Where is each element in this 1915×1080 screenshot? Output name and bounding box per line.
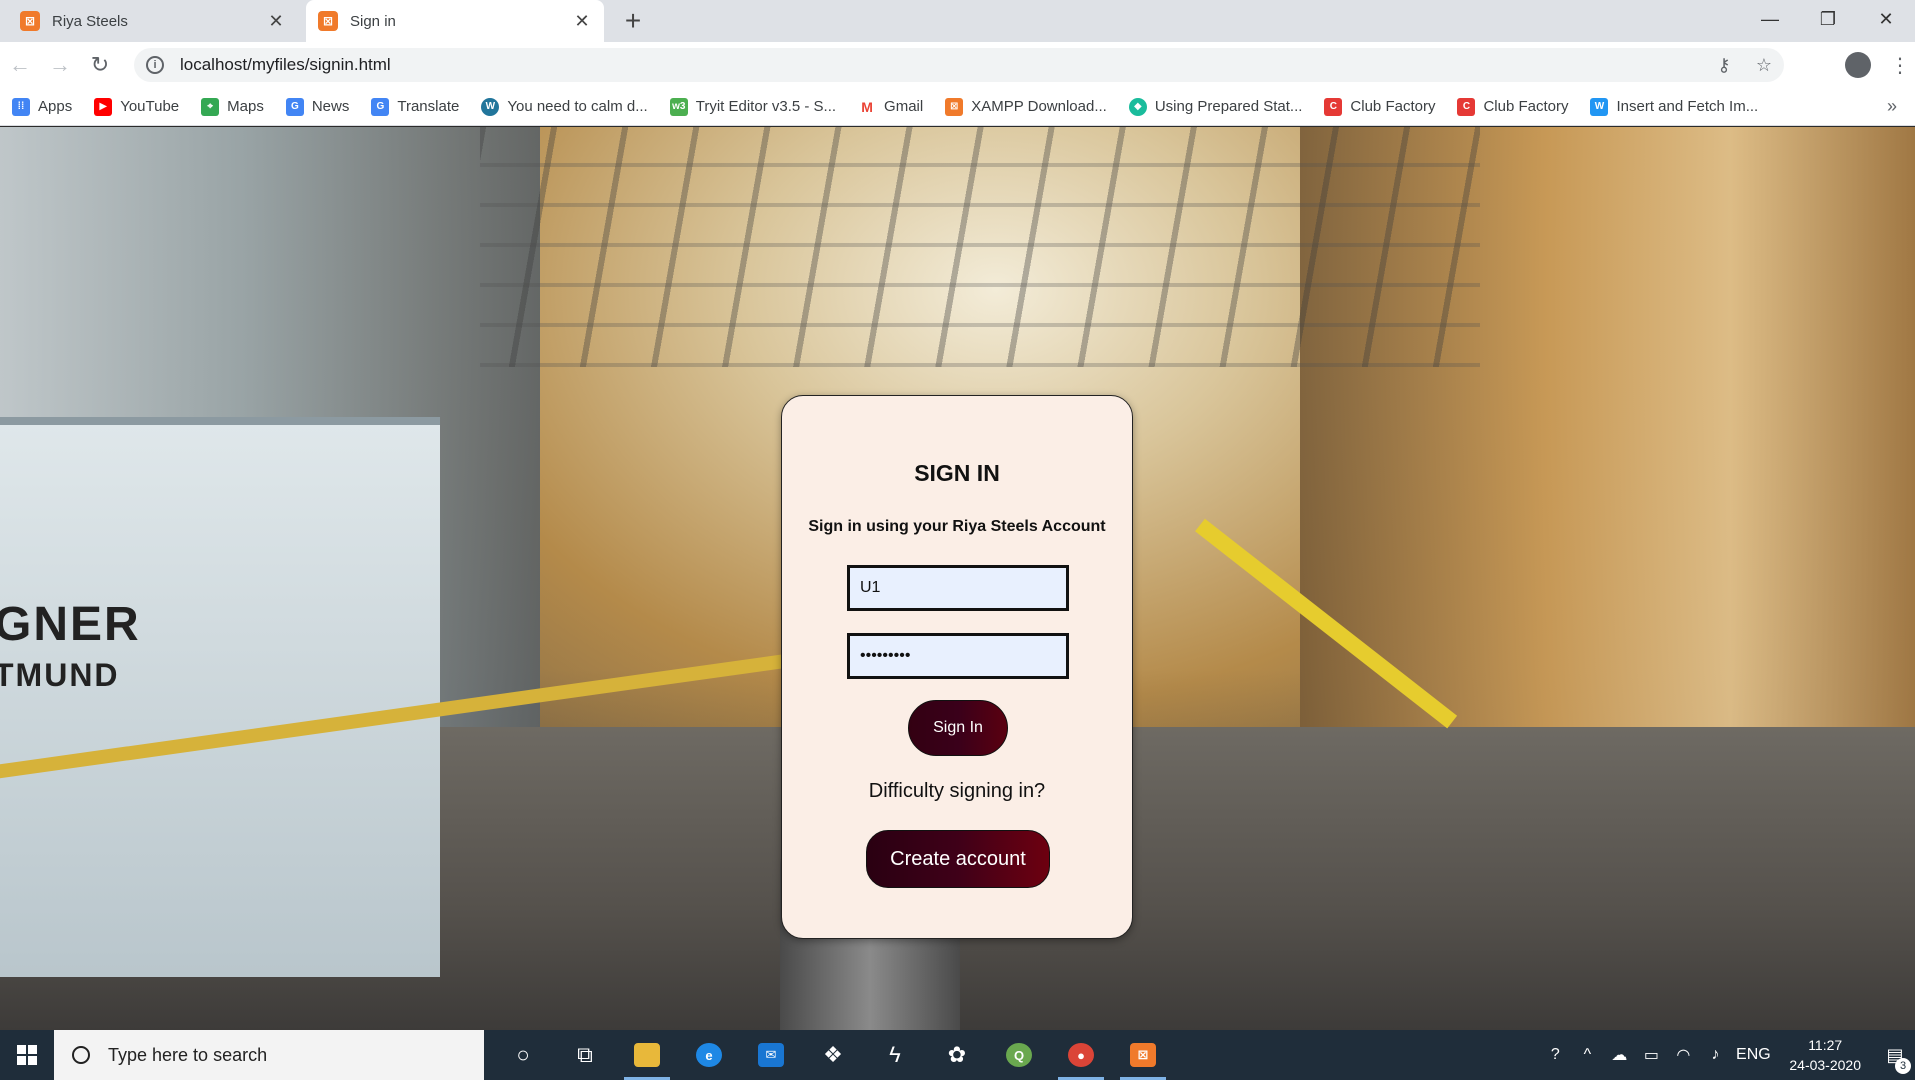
onedrive-icon[interactable]: ☁ — [1603, 1045, 1635, 1065]
clock-date: 24-03-2020 — [1789, 1057, 1861, 1073]
qgis-icon[interactable]: Q — [988, 1030, 1050, 1080]
bookmark-calm[interactable]: W You need to calm d... — [481, 97, 648, 116]
mail-icon[interactable]: ✉ — [740, 1030, 802, 1080]
start-button[interactable] — [0, 1030, 54, 1080]
info-icon[interactable]: i — [146, 56, 164, 74]
battery-icon[interactable]: ▭ — [1635, 1045, 1667, 1065]
hex-icon: ◆ — [1128, 97, 1147, 116]
background-machine — [0, 417, 440, 977]
toolbar-right: ⋮ — [1831, 42, 1915, 88]
xampp-icon: ⊠ — [20, 11, 40, 31]
paint-icon[interactable]: ✿ — [926, 1030, 988, 1080]
signin-card: SIGN IN Sign in using your Riya Steels A… — [781, 395, 1133, 939]
menu-icon[interactable]: ⋮ — [1885, 53, 1915, 78]
signin-button[interactable]: Sign In — [908, 700, 1008, 756]
windows-taskbar: Type here to search ○ ⧉ e ✉ ❖ ϟ ✿ Q ● ⊠ … — [0, 1030, 1915, 1080]
difficulty-link[interactable]: Difficulty signing in? — [782, 780, 1132, 803]
clubfactory-icon: C — [1457, 97, 1476, 116]
clock[interactable]: 11:27 24-03-2020 — [1789, 1035, 1861, 1075]
close-window-button[interactable]: ✕ — [1857, 0, 1915, 38]
translate-icon: G — [371, 97, 390, 116]
back-button[interactable]: ← — [0, 45, 40, 85]
bookmark-youtube[interactable]: ▶ YouTube — [94, 97, 179, 116]
tab-label: Riya Steels — [52, 12, 128, 30]
browser-toolbar: ← → ↻ i localhost/myfiles/signin.html ⚷ … — [0, 42, 1915, 88]
signin-title: SIGN IN — [914, 460, 1000, 486]
wifi-icon[interactable]: ◠ — [1667, 1045, 1699, 1065]
search-icon — [72, 1046, 90, 1064]
password-input[interactable] — [847, 633, 1069, 679]
xampp-icon: ⊠ — [945, 97, 964, 116]
forward-button[interactable]: → — [40, 45, 80, 85]
address-bar[interactable]: i localhost/myfiles/signin.html ⚷ ☆ — [134, 48, 1784, 82]
url-text[interactable]: localhost/myfiles/signin.html — [180, 55, 1704, 75]
bookmark-tryit[interactable]: w3 Tryit Editor v3.5 - S... — [669, 97, 836, 116]
search-placeholder: Type here to search — [108, 1044, 268, 1065]
tab-riya-steels[interactable]: ⊠ Riya Steels ✕ — [8, 0, 298, 42]
bookmarks-bar: ⁞⁞ Apps ▶ YouTube ⌖ Maps G News G Translate W… — [0, 88, 1915, 126]
youtube-icon: ▶ — [94, 97, 113, 116]
bookmark-translate[interactable]: G Translate — [371, 97, 459, 116]
window-controls: — ❐ ✕ — [1741, 0, 1915, 38]
language-indicator[interactable]: ENG — [1731, 1046, 1775, 1064]
volume-icon[interactable]: ♪ — [1699, 1046, 1731, 1064]
file-explorer-icon[interactable] — [616, 1030, 678, 1080]
wordpress-icon: W — [481, 97, 500, 116]
create-account-button[interactable]: Create account — [866, 830, 1050, 888]
background-machine-text: TMUND — [0, 657, 120, 693]
bookmark-prepared[interactable]: ◆ Using Prepared Stat... — [1128, 97, 1302, 116]
cortana-icon[interactable]: ○ — [492, 1030, 554, 1080]
tab-label: Sign in — [350, 12, 396, 30]
background-roof — [480, 127, 1480, 367]
minimize-button[interactable]: — — [1741, 0, 1799, 38]
help-icon[interactable]: ? — [1539, 1046, 1571, 1064]
bookmark-apps[interactable]: ⁞⁞ Apps — [12, 97, 72, 116]
bookmark-xampp[interactable]: ⊠ XAMPP Download... — [945, 97, 1107, 116]
username-input[interactable] — [847, 565, 1069, 611]
star-icon[interactable]: ☆ — [1744, 55, 1784, 76]
close-icon[interactable]: ✕ — [572, 11, 592, 32]
key-icon[interactable]: ⚷ — [1704, 55, 1744, 76]
restore-button[interactable]: ❐ — [1799, 0, 1857, 38]
new-tab-button[interactable]: + — [618, 6, 648, 36]
profile-avatar[interactable] — [1845, 52, 1871, 78]
bookmark-clubfactory-2[interactable]: C Club Factory — [1457, 97, 1568, 116]
bookmarks-overflow-icon[interactable]: » — [1887, 96, 1897, 117]
w3schools-icon: w3 — [669, 97, 688, 116]
bookmark-insert-fetch[interactable]: W Insert and Fetch Im... — [1590, 97, 1758, 116]
xampp-icon: ⊠ — [318, 11, 338, 31]
news-icon: G — [285, 97, 304, 116]
background-machine-text: GNER — [0, 598, 141, 651]
page-viewport: GNER TMUND SIGN IN Sign in using your Ri… — [0, 127, 1915, 1030]
close-icon[interactable]: ✕ — [266, 11, 286, 32]
dropbox-icon[interactable]: ❖ — [802, 1030, 864, 1080]
clubfactory-icon: C — [1324, 97, 1343, 116]
clock-time: 11:27 — [1808, 1037, 1843, 1053]
bookmark-news[interactable]: G News — [285, 97, 349, 116]
notification-icon[interactable]: ▤ 3 — [1875, 1045, 1915, 1074]
reload-button[interactable]: ↻ — [80, 45, 120, 85]
apps-grid-icon: ⁞⁞ — [12, 97, 30, 116]
edge-icon[interactable]: e — [678, 1030, 740, 1080]
system-tray: ? ^ ☁ ▭ ◠ ♪ ENG 11:27 24-03-2020 ▤ 3 — [1539, 1030, 1915, 1080]
w-icon: W — [1590, 97, 1609, 116]
taskbar-apps: ○ ⧉ e ✉ ❖ ϟ ✿ Q ● ⊠ — [492, 1030, 1174, 1080]
bookmark-gmail[interactable]: M Gmail — [858, 97, 923, 116]
chevron-up-icon[interactable]: ^ — [1571, 1046, 1603, 1064]
tab-sign-in[interactable]: ⊠ Sign in ✕ — [306, 0, 604, 42]
taskbar-search[interactable]: Type here to search — [54, 1030, 484, 1080]
signin-subtitle: Sign in using your Riya Steels Account — [808, 518, 1106, 535]
windows-icon — [17, 1045, 37, 1065]
gmail-icon: M — [858, 97, 877, 116]
chrome-icon[interactable]: ● — [1050, 1030, 1112, 1080]
bookmark-clubfactory-1[interactable]: C Club Factory — [1324, 97, 1435, 116]
xampp-icon[interactable]: ⊠ — [1112, 1030, 1174, 1080]
notification-badge: 3 — [1895, 1057, 1911, 1074]
maps-icon: ⌖ — [201, 97, 220, 116]
browser-tab-strip: ⊠ Riya Steels ✕ ⊠ Sign in ✕ + — ❐ ✕ — [0, 0, 1915, 42]
task-view-icon[interactable]: ⧉ — [554, 1030, 616, 1080]
app-icon[interactable]: ϟ — [864, 1030, 926, 1080]
bookmark-maps[interactable]: ⌖ Maps — [201, 97, 264, 116]
